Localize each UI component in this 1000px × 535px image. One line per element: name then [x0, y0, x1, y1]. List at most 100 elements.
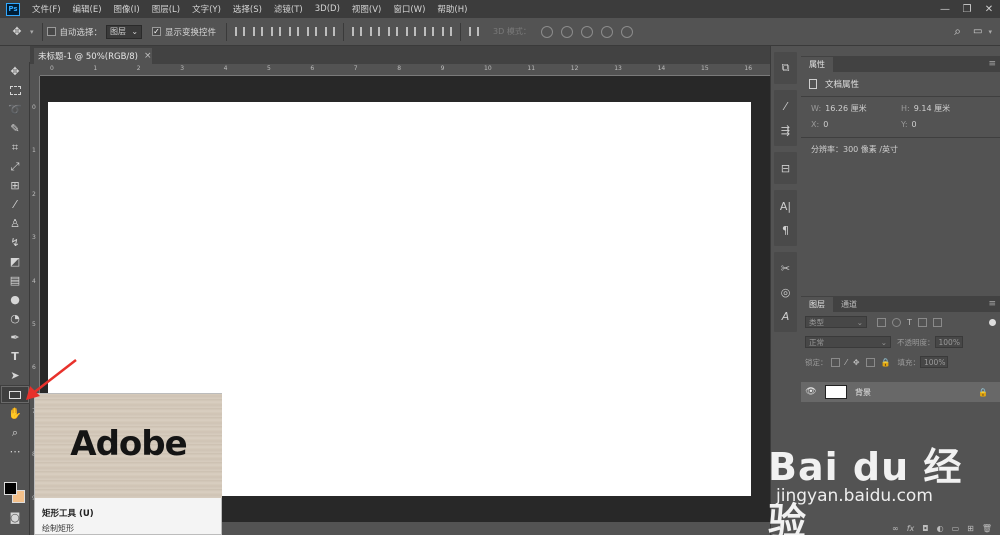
- adjustments-icon[interactable]: ⇶: [775, 120, 797, 140]
- history-panel-icon[interactable]: ⧉: [775, 58, 797, 78]
- 3d-scale-icon[interactable]: [620, 25, 633, 38]
- menu-3d[interactable]: 3D(D): [315, 4, 340, 14]
- marquee-tool-icon[interactable]: [0, 81, 30, 100]
- filter-pixel-icon[interactable]: [877, 317, 886, 327]
- close-button[interactable]: ✕: [978, 0, 1000, 18]
- brush-settings-icon[interactable]: ⁄: [775, 96, 797, 116]
- pen-tool-icon[interactable]: ✒: [0, 328, 30, 347]
- clone-stamp-tool-icon[interactable]: ♙: [0, 214, 30, 233]
- blur-tool-icon[interactable]: ●: [0, 290, 30, 309]
- distribute-top-icon[interactable]: [352, 26, 362, 37]
- distribute-hcenter-icon[interactable]: [424, 26, 434, 37]
- menu-type[interactable]: 文字(Y): [192, 3, 221, 15]
- rectangle-tool-icon[interactable]: [0, 385, 30, 404]
- lock-all-icon[interactable]: 🔒: [881, 358, 891, 367]
- menu-window[interactable]: 窗口(W): [393, 3, 425, 15]
- align-right-icon[interactable]: [325, 26, 335, 37]
- healing-brush-tool-icon[interactable]: ⊞: [0, 176, 30, 195]
- filter-adjustment-icon[interactable]: [892, 317, 901, 327]
- workspace-dropdown-icon[interactable]: ▾: [988, 28, 992, 36]
- character-panel-icon[interactable]: A|: [775, 196, 797, 216]
- fill-field[interactable]: 100%: [920, 356, 949, 368]
- menu-edit[interactable]: 编辑(E): [73, 3, 102, 15]
- foreground-color-swatch[interactable]: [4, 482, 17, 495]
- align-bottom-icon[interactable]: [271, 26, 281, 37]
- menu-filter[interactable]: 滤镜(T): [274, 3, 303, 15]
- restore-button[interactable]: ❐: [956, 0, 978, 18]
- layer-comps-icon[interactable]: ⊟: [775, 158, 797, 178]
- 3d-slide-icon[interactable]: [600, 25, 613, 38]
- horizontal-ruler[interactable]: 0 1 2 3 4 5 6 7 8 9 10 11 12 13 14 15 16: [40, 64, 770, 76]
- opacity-field[interactable]: 100%: [934, 336, 963, 348]
- edit-toolbar-icon[interactable]: ⋯: [0, 442, 30, 461]
- lock-icon[interactable]: 🔒: [978, 388, 988, 397]
- lasso-tool-icon[interactable]: ➰: [0, 100, 30, 119]
- tools-presets-icon[interactable]: ✂: [775, 258, 797, 278]
- lock-artboard-icon[interactable]: [865, 357, 875, 367]
- move-tool-preset-icon[interactable]: ✥: [4, 22, 30, 41]
- panel-menu-icon[interactable]: ≡: [988, 59, 996, 69]
- crop-tool-icon[interactable]: ⌗: [0, 138, 30, 157]
- layer-row[interactable]: 👁 背景 🔒: [801, 382, 1000, 402]
- brush-tool-icon[interactable]: ⁄: [0, 195, 30, 214]
- panel-menu-icon[interactable]: ≡: [988, 299, 996, 309]
- menu-view[interactable]: 视图(V): [352, 3, 381, 15]
- lock-pixels-icon[interactable]: [830, 357, 840, 367]
- path-select-tool-icon[interactable]: ➤: [0, 366, 30, 385]
- 3d-orbit-icon[interactable]: [540, 25, 553, 38]
- quick-mask-icon[interactable]: ◙: [0, 508, 30, 527]
- layer-filter-dropdown[interactable]: 类型 ⌄: [805, 316, 867, 328]
- auto-align-icon[interactable]: [469, 26, 479, 37]
- eraser-tool-icon[interactable]: ◩: [0, 252, 30, 271]
- close-tab-icon[interactable]: ×: [144, 51, 152, 61]
- menu-file[interactable]: 文件(F): [32, 3, 61, 15]
- filter-shape-icon[interactable]: [917, 317, 927, 327]
- filter-type-icon[interactable]: T: [907, 318, 912, 327]
- 3d-roll-icon[interactable]: [560, 25, 573, 38]
- distribute-left-icon[interactable]: [406, 26, 416, 37]
- menu-help[interactable]: 帮助(H): [437, 3, 467, 15]
- document-tab[interactable]: 未标题-1 @ 50%(RGB/8) ×: [34, 48, 152, 64]
- paragraph-panel-icon[interactable]: ¶: [775, 220, 797, 240]
- minimize-button[interactable]: —: [934, 0, 956, 18]
- y-value[interactable]: 0: [912, 120, 917, 129]
- glyphs-icon[interactable]: A: [775, 306, 797, 326]
- distribute-right-icon[interactable]: [442, 26, 452, 37]
- filter-smart-icon[interactable]: [932, 317, 942, 327]
- tab-properties[interactable]: 属性: [801, 57, 833, 72]
- align-hcenter-icon[interactable]: [307, 26, 317, 37]
- tab-channels[interactable]: 通道: [833, 297, 865, 312]
- distribute-vcenter-icon[interactable]: [370, 26, 380, 37]
- type-tool-icon[interactable]: T: [0, 347, 30, 366]
- eye-icon[interactable]: 👁: [801, 387, 821, 397]
- eyedropper-tool-icon[interactable]: ⤢: [0, 157, 30, 176]
- zoom-tool-icon[interactable]: ⌕: [0, 423, 30, 442]
- hand-tool-icon[interactable]: ✋: [0, 404, 30, 423]
- x-value[interactable]: 0: [823, 120, 828, 129]
- lock-image-icon[interactable]: ⁄: [846, 358, 847, 367]
- align-vcenter-icon[interactable]: [253, 26, 263, 37]
- width-value[interactable]: 16.26 厘米: [825, 104, 866, 113]
- libraries-icon[interactable]: ◎: [775, 282, 797, 302]
- menu-layer[interactable]: 图层(L): [152, 3, 180, 15]
- workspace-icon[interactable]: ▭: [973, 26, 982, 37]
- tab-layers[interactable]: 图层: [801, 297, 833, 312]
- menu-image[interactable]: 图像(I): [114, 3, 140, 15]
- gradient-tool-icon[interactable]: ▤: [0, 271, 30, 290]
- blend-mode-dropdown[interactable]: 正常 ⌄: [805, 336, 891, 348]
- move-tool-icon[interactable]: ✥: [0, 62, 30, 81]
- align-left-icon[interactable]: [289, 26, 299, 37]
- distribute-bottom-icon[interactable]: [388, 26, 398, 37]
- align-top-icon[interactable]: [235, 26, 245, 37]
- dodge-tool-icon[interactable]: ◔: [0, 309, 30, 328]
- history-brush-tool-icon[interactable]: ↯: [0, 233, 30, 252]
- lock-position-icon[interactable]: ✥: [853, 358, 860, 367]
- 3d-pan-icon[interactable]: [580, 25, 593, 38]
- filter-toggle-icon[interactable]: [989, 318, 996, 326]
- height-value[interactable]: 9.14 厘米: [914, 104, 950, 113]
- auto-select-checkbox[interactable]: [46, 27, 56, 36]
- show-transform-checkbox[interactable]: ✓: [152, 27, 162, 36]
- auto-select-dropdown[interactable]: 图层 ⌄: [106, 24, 143, 39]
- preset-dropdown-icon[interactable]: ▾: [30, 28, 34, 36]
- quick-select-tool-icon[interactable]: ✎: [0, 119, 30, 138]
